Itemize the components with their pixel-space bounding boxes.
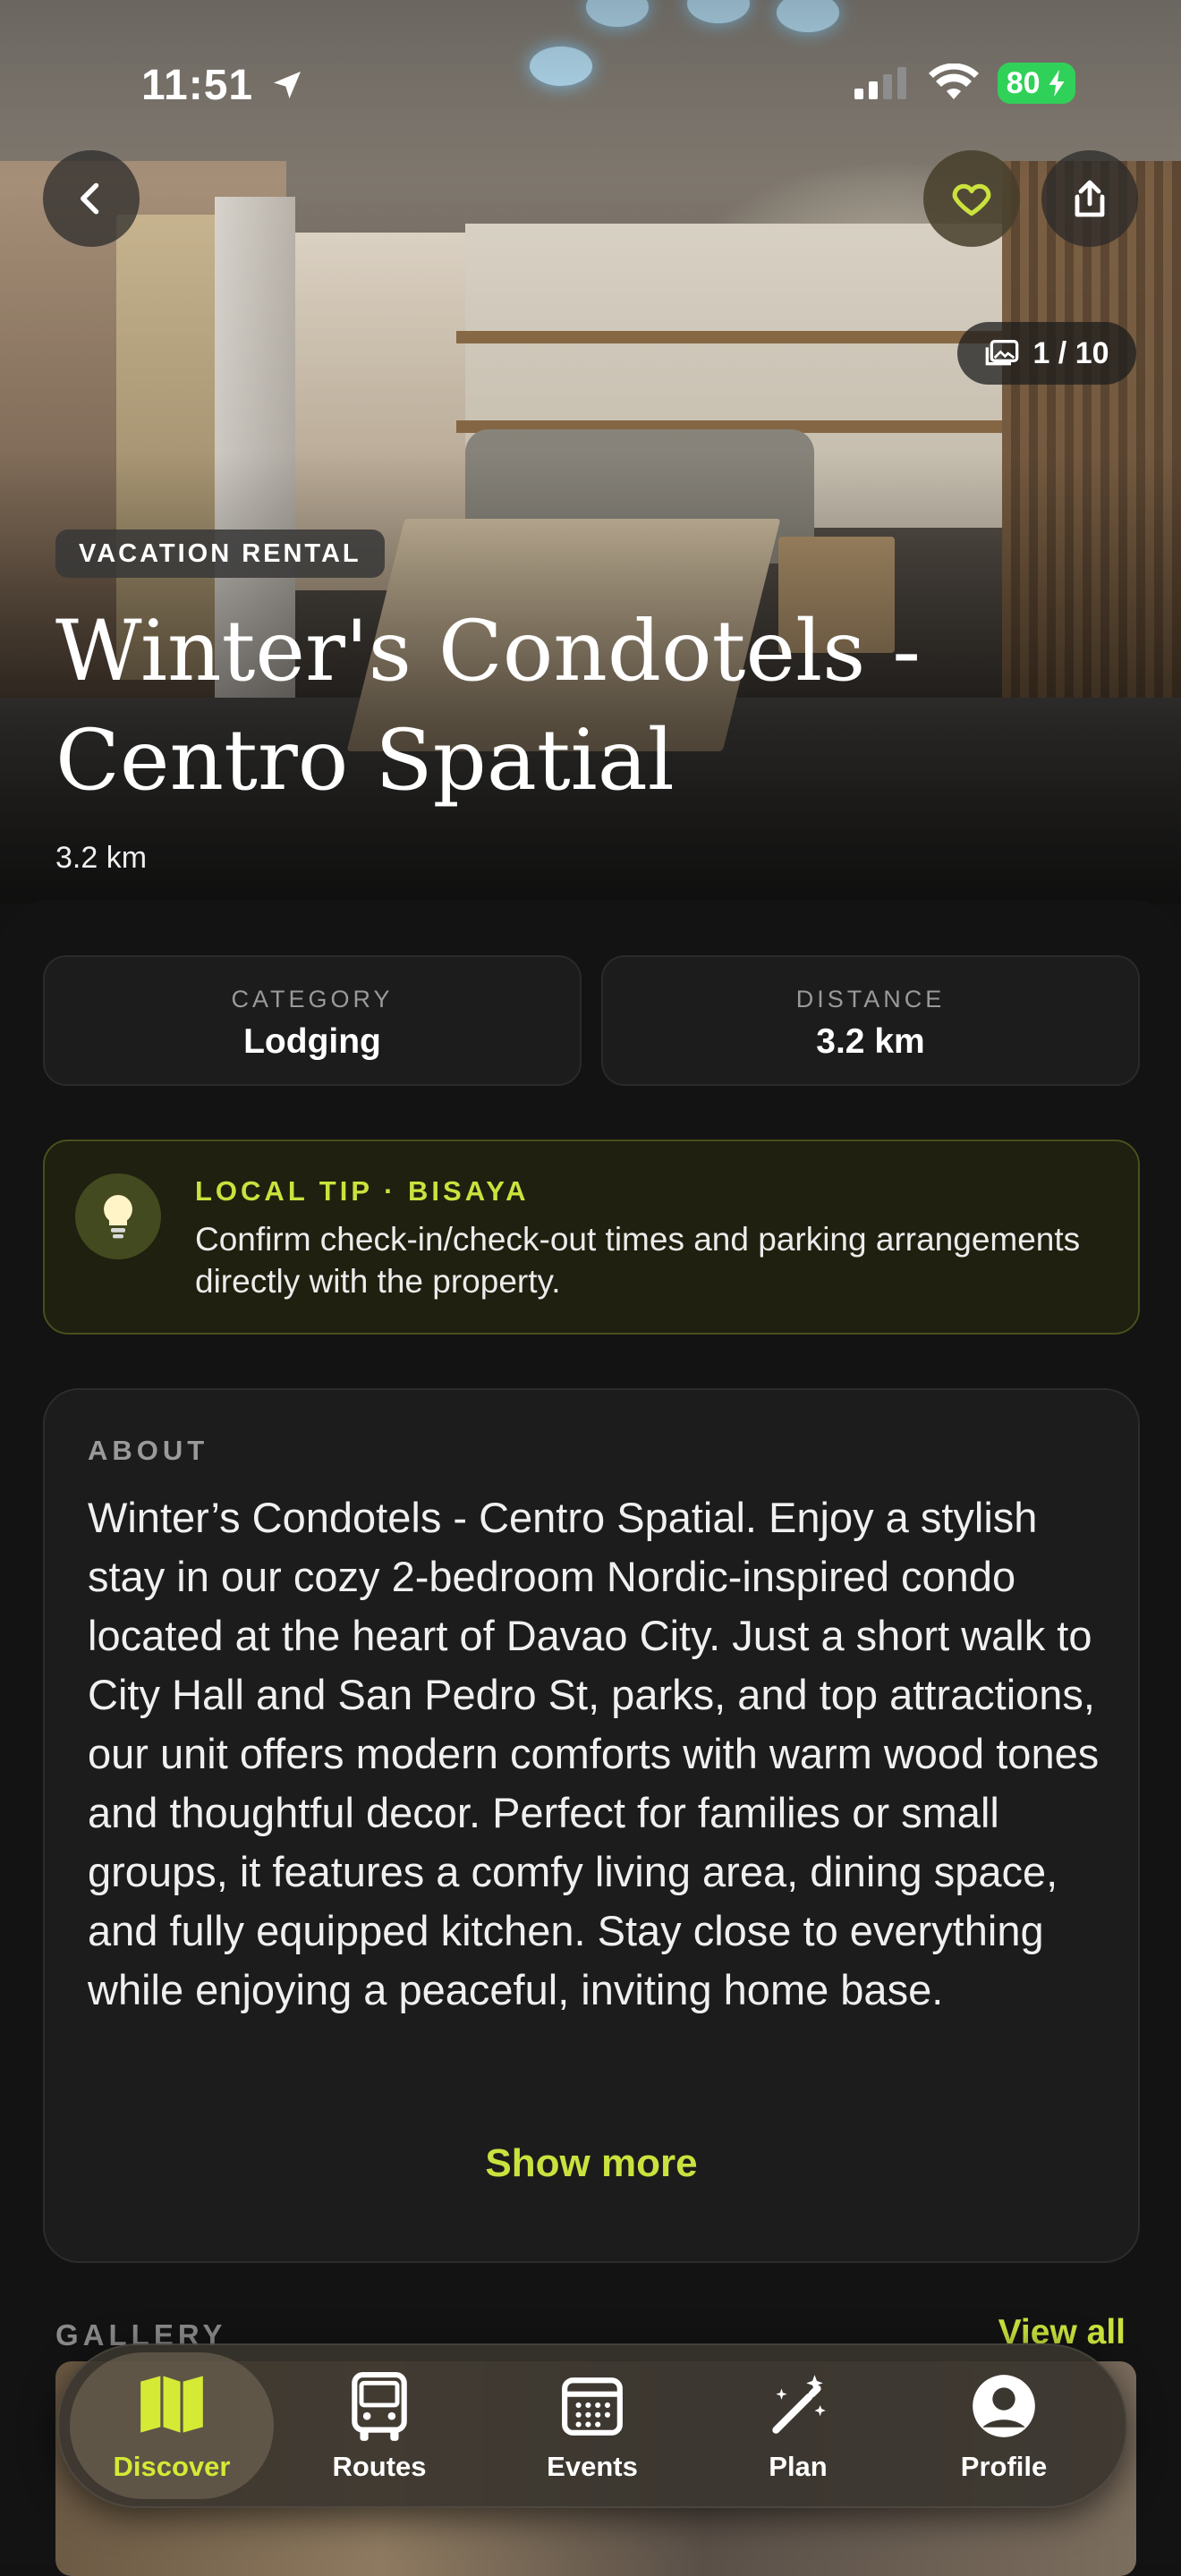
tip-body: Confirm check-in/check-out times and par… <box>195 1221 1081 1300</box>
battery-indicator: 80 <box>997 63 1075 104</box>
local-tip-card: LOCAL TIP · BISAYA Confirm check-in/chec… <box>43 1140 1140 1335</box>
distance-card: DISTANCE 3.2 km <box>601 955 1140 1086</box>
tip-title: LOCAL TIP · BISAYA <box>195 1175 530 1207</box>
stat-value: 3.2 km <box>816 1022 925 1061</box>
map-icon <box>140 2376 203 2433</box>
about-label: ABOUT <box>88 1435 209 1466</box>
show-more-button[interactable]: Show more <box>45 2141 1138 2186</box>
charging-bolt-icon <box>1049 70 1065 97</box>
location-arrow-icon <box>274 72 302 98</box>
status-indicators: 80 <box>853 63 1075 104</box>
tab-plan[interactable]: Plan <box>696 2352 900 2499</box>
about-text: Winter’s Condotels - Centro Spatial. Enj… <box>88 1494 1100 2013</box>
profile-icon <box>973 2375 1035 2437</box>
share-button[interactable] <box>1041 150 1138 247</box>
back-button[interactable] <box>43 150 140 247</box>
tab-label: Profile <box>960 2451 1048 2482</box>
lightbulb-icon <box>104 1195 132 1239</box>
wifi-icon <box>928 64 979 99</box>
stat-value: Lodging <box>243 1022 381 1061</box>
tab-label: Plan <box>769 2451 828 2482</box>
tab-discover[interactable]: Discover <box>70 2352 274 2499</box>
stat-label: DISTANCE <box>795 986 946 1013</box>
type-badge: VACATION RENTAL <box>55 530 385 578</box>
tab-label: Routes <box>332 2451 427 2482</box>
favorite-button[interactable] <box>923 150 1020 247</box>
photo-counter-text: 1 / 10 <box>1032 335 1109 370</box>
tab-profile[interactable]: Profile <box>902 2352 1106 2499</box>
about-card: ABOUT Winter’s Condotels - Centro Spatia… <box>43 1388 1140 2263</box>
tab-routes[interactable]: Routes <box>277 2352 481 2499</box>
tab-bar: Discover Routes Events Plan Profile <box>57 2343 1127 2508</box>
calendar-icon <box>562 2377 623 2436</box>
tab-events[interactable]: Events <box>490 2352 694 2499</box>
bus-icon <box>352 2372 407 2441</box>
magic-wand-icon <box>772 2375 826 2434</box>
hero-distance: 3.2 km <box>55 841 148 875</box>
tip-icon-badge <box>75 1174 161 1259</box>
photos-icon <box>986 340 1019 366</box>
photo-counter[interactable]: 1 / 10 <box>957 322 1136 385</box>
cellular-signal-icon <box>854 67 906 99</box>
tab-label: Discover <box>113 2451 231 2482</box>
tab-label: Events <box>547 2451 638 2482</box>
share-icon <box>1075 180 1105 217</box>
category-card: CATEGORY Lodging <box>43 955 582 1086</box>
stat-label: CATEGORY <box>231 986 394 1013</box>
page-title: Winter's Condotels - Centro Spatial <box>55 603 922 809</box>
heart-icon <box>952 183 991 216</box>
chevron-left-icon <box>81 182 99 215</box>
battery-level: 80 <box>1006 66 1041 100</box>
status-time: 11:51 <box>141 61 305 110</box>
